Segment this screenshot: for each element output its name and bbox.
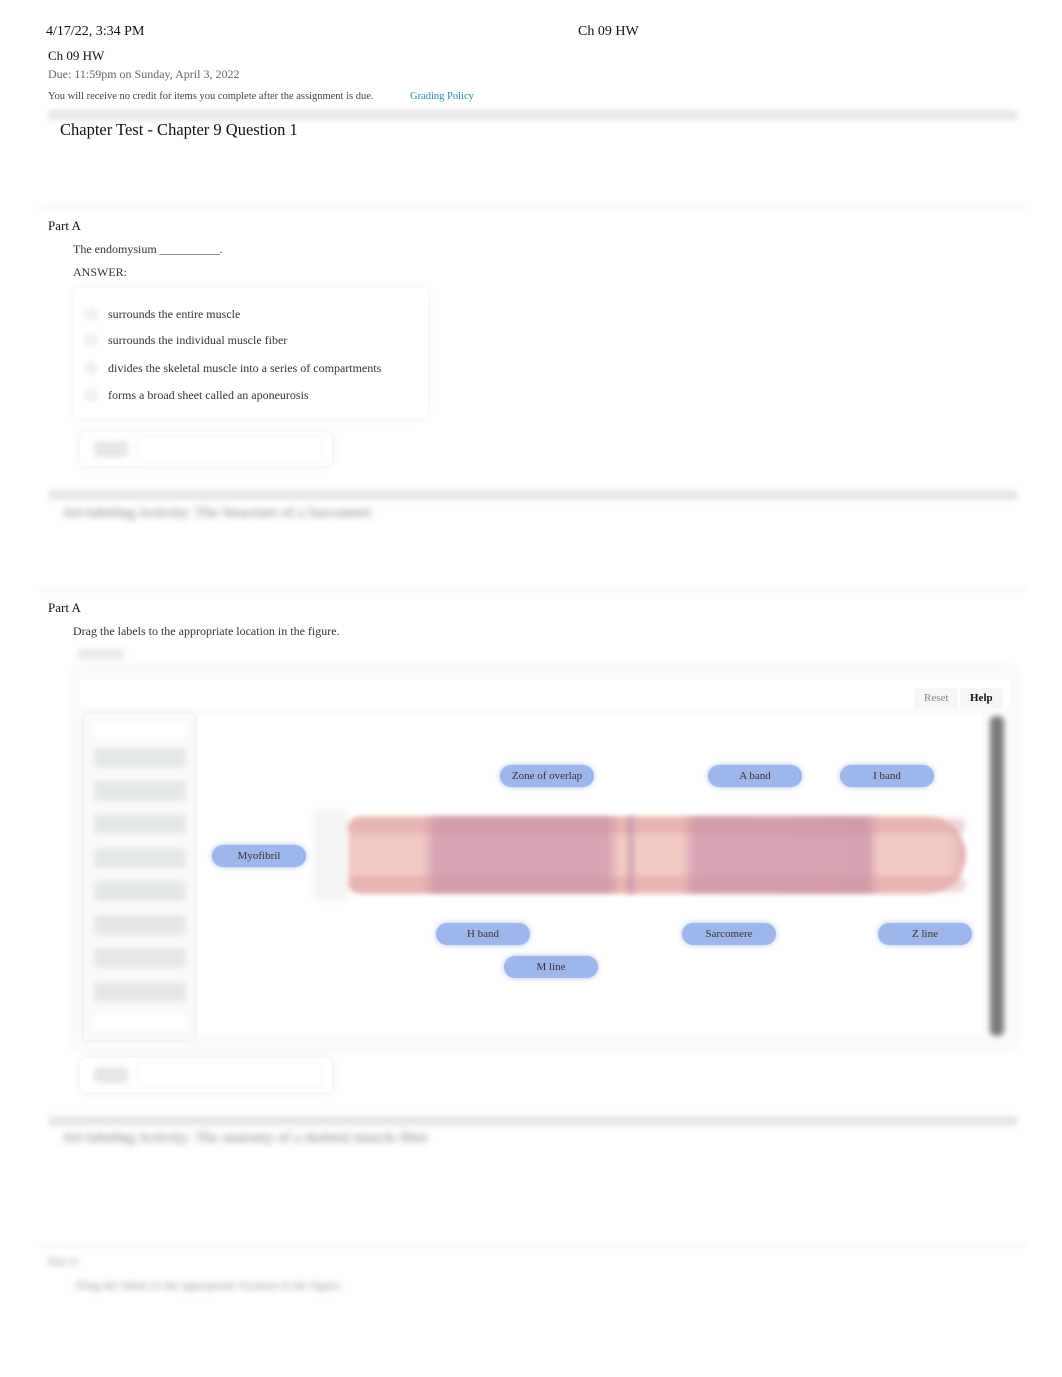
label-m-line[interactable]: M line xyxy=(504,956,598,978)
label-i-band[interactable]: I band xyxy=(840,765,934,787)
divider xyxy=(40,1244,1025,1247)
grading-policy-link[interactable]: Grading Policy xyxy=(410,91,474,102)
due-date: Due: 11:59pm on Sunday, April 3, 2022 xyxy=(48,67,240,81)
label-sarcomere[interactable]: Sarcomere xyxy=(682,923,776,945)
question-title: Chapter Test - Chapter 9 Question 1 xyxy=(60,120,298,139)
panel-header xyxy=(94,722,186,738)
blurred-caption xyxy=(78,649,124,659)
divider xyxy=(40,206,1025,209)
question-prompt: Drag the labels to the appropriate locat… xyxy=(76,1278,343,1292)
label-h-band[interactable]: H band xyxy=(436,923,530,945)
radio-button[interactable] xyxy=(84,361,98,375)
submit-button[interactable] xyxy=(94,441,128,457)
myofibril-end xyxy=(314,810,348,900)
radio-button[interactable] xyxy=(84,388,98,402)
question-title: Art-labeling Activity: The Structure of … xyxy=(62,505,372,521)
answer-field[interactable] xyxy=(140,1064,320,1086)
target-slot[interactable] xyxy=(94,881,186,901)
label-a-band[interactable]: A band xyxy=(708,765,802,787)
target-slot[interactable] xyxy=(94,781,186,801)
divider xyxy=(48,490,1018,500)
target-slot[interactable] xyxy=(94,748,186,768)
myofibril-shading xyxy=(348,876,966,892)
target-slot[interactable] xyxy=(94,814,186,834)
print-document-title: Ch 09 HW xyxy=(578,24,639,39)
part-label: Part A xyxy=(48,600,81,615)
label-myofibril[interactable]: Myofibril xyxy=(212,845,306,867)
submit-button[interactable] xyxy=(94,1067,128,1083)
submit-area xyxy=(80,1058,332,1092)
figure-canvas: Myofibril Zone of overlap A band I band … xyxy=(198,714,982,1034)
divider xyxy=(40,588,1025,591)
answer-choice[interactable]: divides the skeletal muscle into a serie… xyxy=(108,361,381,376)
label-z-line[interactable]: Z line xyxy=(878,923,972,945)
radio-button[interactable] xyxy=(84,307,98,321)
late-credit-notice: You will receive no credit for items you… xyxy=(48,91,374,102)
label-target-panel xyxy=(84,714,194,1040)
part-label: Part A xyxy=(48,218,81,233)
assignment-title: Ch 09 HW xyxy=(48,48,105,63)
target-slot[interactable] xyxy=(94,982,186,1002)
submit-area xyxy=(80,432,332,466)
radio-button[interactable] xyxy=(84,333,98,347)
answer-field[interactable] xyxy=(140,438,320,460)
answer-choices: surrounds the entire muscle surrounds th… xyxy=(74,288,428,418)
question-prompt: The endomysium __________. xyxy=(73,242,223,256)
divider xyxy=(48,110,1018,120)
reset-button[interactable]: Reset xyxy=(914,688,959,708)
target-slot[interactable] xyxy=(94,948,186,968)
target-slot[interactable] xyxy=(94,915,186,935)
m-line-mark xyxy=(628,816,634,894)
labeling-widget: Reset Help Myofibril Zone of overlap A b… xyxy=(74,668,1016,1048)
divider xyxy=(48,1116,1018,1126)
answer-label: ANSWER: xyxy=(73,265,127,279)
widget-toolbar xyxy=(80,680,1010,708)
answer-choice[interactable]: forms a broad sheet called an aponeurosi… xyxy=(108,388,309,403)
part-label: Part A xyxy=(48,1254,79,1268)
panel-footer xyxy=(94,1014,186,1030)
myofibril-shading xyxy=(348,818,966,834)
label-zone-of-overlap[interactable]: Zone of overlap xyxy=(500,765,594,787)
question-title: Art-labeling Activity: The anatomy of a … xyxy=(62,1130,429,1146)
help-button[interactable]: Help xyxy=(960,688,1003,708)
answer-choice[interactable]: surrounds the individual muscle fiber xyxy=(108,333,287,348)
answer-choice[interactable]: surrounds the entire muscle xyxy=(108,307,240,322)
print-datetime: 4/17/22, 3:34 PM xyxy=(46,24,145,39)
target-slot[interactable] xyxy=(94,848,186,868)
question-prompt: Drag the labels to the appropriate locat… xyxy=(73,624,340,638)
scrollbar[interactable] xyxy=(990,716,1004,1036)
